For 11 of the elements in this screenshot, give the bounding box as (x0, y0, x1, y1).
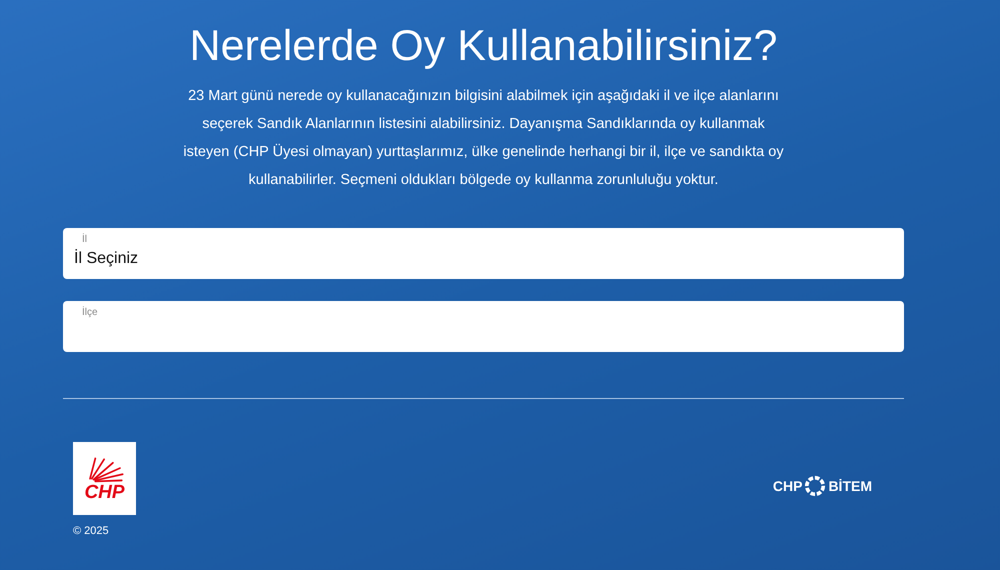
copyright-text: © 2025 (73, 525, 110, 537)
partner-logo[interactable]: CHP BİTEM (772, 474, 872, 496)
select-field[interactable]: İl İl Seçiniz (63, 228, 904, 279)
intro-paragraph: 23 Mart günü nerede oy kullanacağınızın bilgisini alabilmek için aşağıdaki il ve ilçe alanlarını seçerek Sandık Alanlarının listesini alabilirsiniz. Dayanışma Sandıklarında oy kullanmak isteyen (CHP Üyesi olmayan) yurttaşlarımız, ülke genelinde herhangi bir il, ilçe ve sandıkta oy kullanabilirler. Seçmeni oldukları bölgede oy kullanma zorunluluğu yoktur. (182, 87, 785, 190)
field-label: İlçe (81, 307, 98, 319)
ring-icon (804, 474, 826, 496)
select-field[interactable]: İlçe (63, 301, 904, 352)
party-logo[interactable]: CHP (73, 442, 136, 515)
page-heading: Nerelerde Oy Kullanabilirsiniz? (188, 21, 778, 72)
field-value: İl Seçiniz (74, 248, 138, 269)
field-label: İl (81, 234, 87, 246)
